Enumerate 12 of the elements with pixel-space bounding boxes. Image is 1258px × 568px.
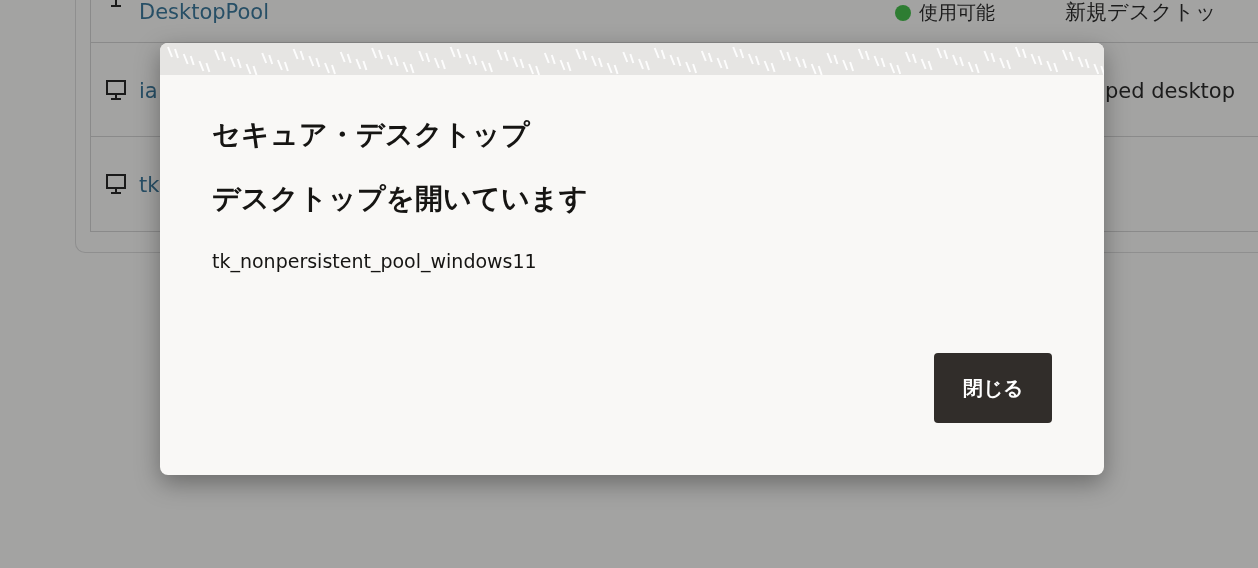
dialog-subtitle: デスクトップを開いています <box>212 181 589 217</box>
desktop-type: ped desktop <box>1105 79 1236 103</box>
pool-name-link[interactable]: ia <box>139 79 158 103</box>
pool-name: tk_nonpersistent_pool_windows11 <box>212 250 538 272</box>
pool-name-link[interactable]: DesktopPool <box>139 0 270 24</box>
monitor-icon <box>105 173 127 195</box>
monitor-icon <box>105 79 127 101</box>
dialog-title: セキュア・デスクトップ <box>212 117 531 153</box>
close-button[interactable]: 閉じる <box>934 353 1052 423</box>
pool-name-link[interactable]: tk <box>139 173 160 197</box>
desktop-type: 新規デスクトッ <box>1065 0 1217 24</box>
status-label: 使用可能 <box>919 0 995 25</box>
